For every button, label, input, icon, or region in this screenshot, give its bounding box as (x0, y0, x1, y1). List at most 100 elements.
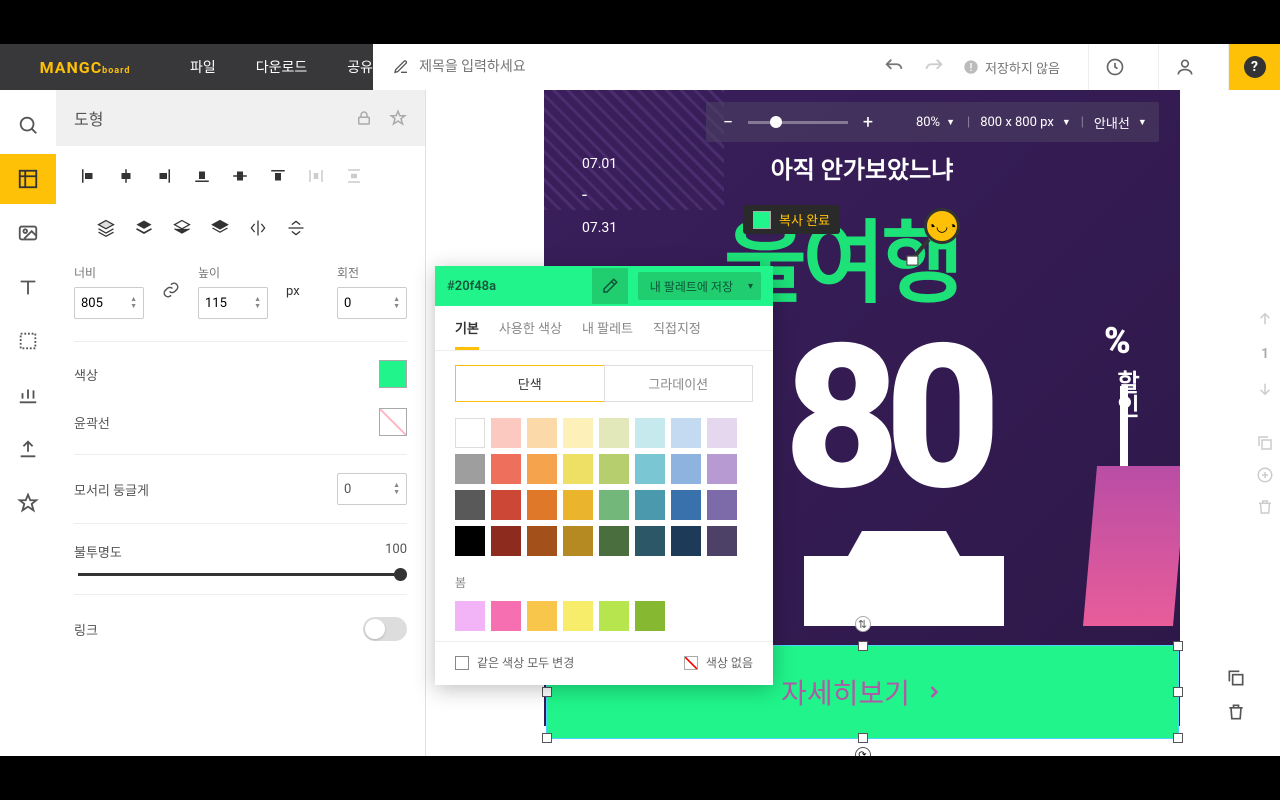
photos-tab[interactable] (0, 208, 56, 258)
color-swatch[interactable] (671, 454, 701, 484)
color-swatch[interactable] (527, 526, 557, 556)
page-up-icon[interactable] (1256, 310, 1274, 328)
color-swatch[interactable] (599, 454, 629, 484)
cp-tab-palette[interactable]: 내 팔레트 (582, 318, 633, 350)
height-input[interactable]: 115▲▼ (198, 287, 268, 319)
page-down-icon[interactable] (1256, 380, 1274, 398)
favorites-tab[interactable] (0, 478, 56, 528)
add-page-icon[interactable] (1256, 466, 1274, 484)
color-swatch[interactable] (707, 418, 737, 448)
canvas-size-dropdown[interactable]: 800 x 800 px▼ (980, 115, 1071, 130)
title-input[interactable] (419, 59, 597, 75)
no-color-icon[interactable] (684, 656, 698, 670)
layer-front-icon[interactable] (206, 214, 234, 242)
color-swatch[interactable] (455, 490, 485, 520)
color-swatch[interactable] (491, 454, 521, 484)
width-input[interactable]: 805▲▼ (74, 287, 144, 319)
duplicate-icon[interactable] (1226, 668, 1246, 688)
eyedropper-button[interactable] (592, 268, 628, 304)
resize-handle-tm[interactable] (858, 641, 868, 651)
copy-page-icon[interactable] (1256, 434, 1274, 452)
opacity-slider[interactable] (78, 573, 403, 576)
resize-handle-bm[interactable] (858, 733, 868, 743)
round-input[interactable]: 0▲▼ (337, 473, 407, 505)
color-swatch[interactable] (599, 526, 629, 556)
menu-download[interactable]: 다운로드 (256, 57, 308, 77)
color-swatch[interactable] (491, 418, 521, 448)
layer-backward-icon[interactable] (130, 214, 158, 242)
upload-tab[interactable] (0, 424, 56, 474)
resize-handle-br[interactable] (1173, 733, 1183, 743)
history-button[interactable] (1088, 44, 1140, 90)
elements-tab[interactable] (0, 316, 56, 366)
rotation-input[interactable]: 0▲▼ (337, 287, 407, 319)
color-swatch[interactable] (671, 418, 701, 448)
rotate-handle[interactable]: ⟳ (855, 747, 871, 756)
cp-tab-used[interactable]: 사용한 색상 (499, 318, 562, 350)
color-swatch[interactable] (635, 490, 665, 520)
color-swatch[interactable] (491, 526, 521, 556)
templates-tab[interactable] (0, 154, 56, 204)
color-swatch[interactable] (455, 601, 485, 631)
align-center-v-icon[interactable] (226, 162, 254, 190)
trash-icon[interactable] (1226, 702, 1246, 722)
color-swatch[interactable] (635, 418, 665, 448)
link-dims-icon[interactable] (162, 281, 180, 303)
color-swatch[interactable] (527, 601, 557, 631)
align-bottom-icon[interactable] (188, 162, 216, 190)
cp-tab-custom[interactable]: 직접지정 (653, 318, 701, 350)
change-all-checkbox[interactable] (455, 656, 469, 670)
lock-icon[interactable] (355, 109, 373, 127)
move-handle[interactable]: ⇅ (855, 616, 871, 632)
color-swatch[interactable] (707, 454, 737, 484)
resize-handle-mr[interactable] (1173, 687, 1183, 697)
account-button[interactable] (1158, 44, 1210, 90)
layer-back-icon[interactable] (92, 214, 120, 242)
resize-handle-ml[interactable] (542, 687, 552, 697)
search-tab[interactable] (0, 100, 56, 150)
align-right-icon[interactable] (150, 162, 178, 190)
color-swatch[interactable] (563, 418, 593, 448)
logo[interactable]: MANGCboard (0, 44, 170, 90)
guide-dropdown[interactable]: 안내선▼ (1094, 113, 1147, 132)
menu-file[interactable]: 파일 (190, 57, 216, 77)
zoom-value-dropdown[interactable]: 80%▼ (890, 115, 955, 130)
color-swatch[interactable] (563, 490, 593, 520)
text-tab[interactable] (0, 262, 56, 312)
zoom-slider[interactable] (748, 121, 848, 124)
color-swatch[interactable] (599, 490, 629, 520)
color-swatch[interactable] (563, 454, 593, 484)
delete-page-icon[interactable] (1256, 498, 1274, 516)
color-swatch[interactable] (455, 418, 485, 448)
color-swatch[interactable] (707, 490, 737, 520)
color-swatch[interactable] (491, 490, 521, 520)
color-swatch[interactable] (635, 601, 665, 631)
color-swatch[interactable] (635, 526, 665, 556)
color-swatch[interactable] (527, 454, 557, 484)
color-swatch[interactable] (599, 601, 629, 631)
cp-tab-basic[interactable]: 기본 (455, 318, 479, 350)
color-swatch[interactable] (455, 526, 485, 556)
color-swatch[interactable] (527, 490, 557, 520)
color-swatch[interactable] (527, 418, 557, 448)
color-swatch[interactable] (455, 454, 485, 484)
align-left-icon[interactable] (74, 162, 102, 190)
resize-handle-tr[interactable] (1173, 641, 1183, 651)
zoom-out-button[interactable]: − (718, 112, 738, 132)
color-swatch[interactable] (671, 526, 701, 556)
subtab-solid[interactable]: 단색 (455, 365, 604, 402)
color-swatch[interactable] (563, 526, 593, 556)
color-swatch[interactable] (491, 601, 521, 631)
align-top-icon[interactable] (264, 162, 292, 190)
resize-handle-bl[interactable] (542, 733, 552, 743)
color-swatch[interactable] (671, 490, 701, 520)
redo-button[interactable] (923, 56, 945, 78)
color-swatch[interactable] (599, 418, 629, 448)
fill-color-swatch[interactable] (379, 360, 407, 388)
flip-h-icon[interactable] (244, 214, 272, 242)
layer-forward-icon[interactable] (168, 214, 196, 242)
charts-tab[interactable] (0, 370, 56, 420)
color-swatch[interactable] (563, 601, 593, 631)
align-center-h-icon[interactable] (112, 162, 140, 190)
menu-share[interactable]: 공유 (347, 57, 373, 77)
